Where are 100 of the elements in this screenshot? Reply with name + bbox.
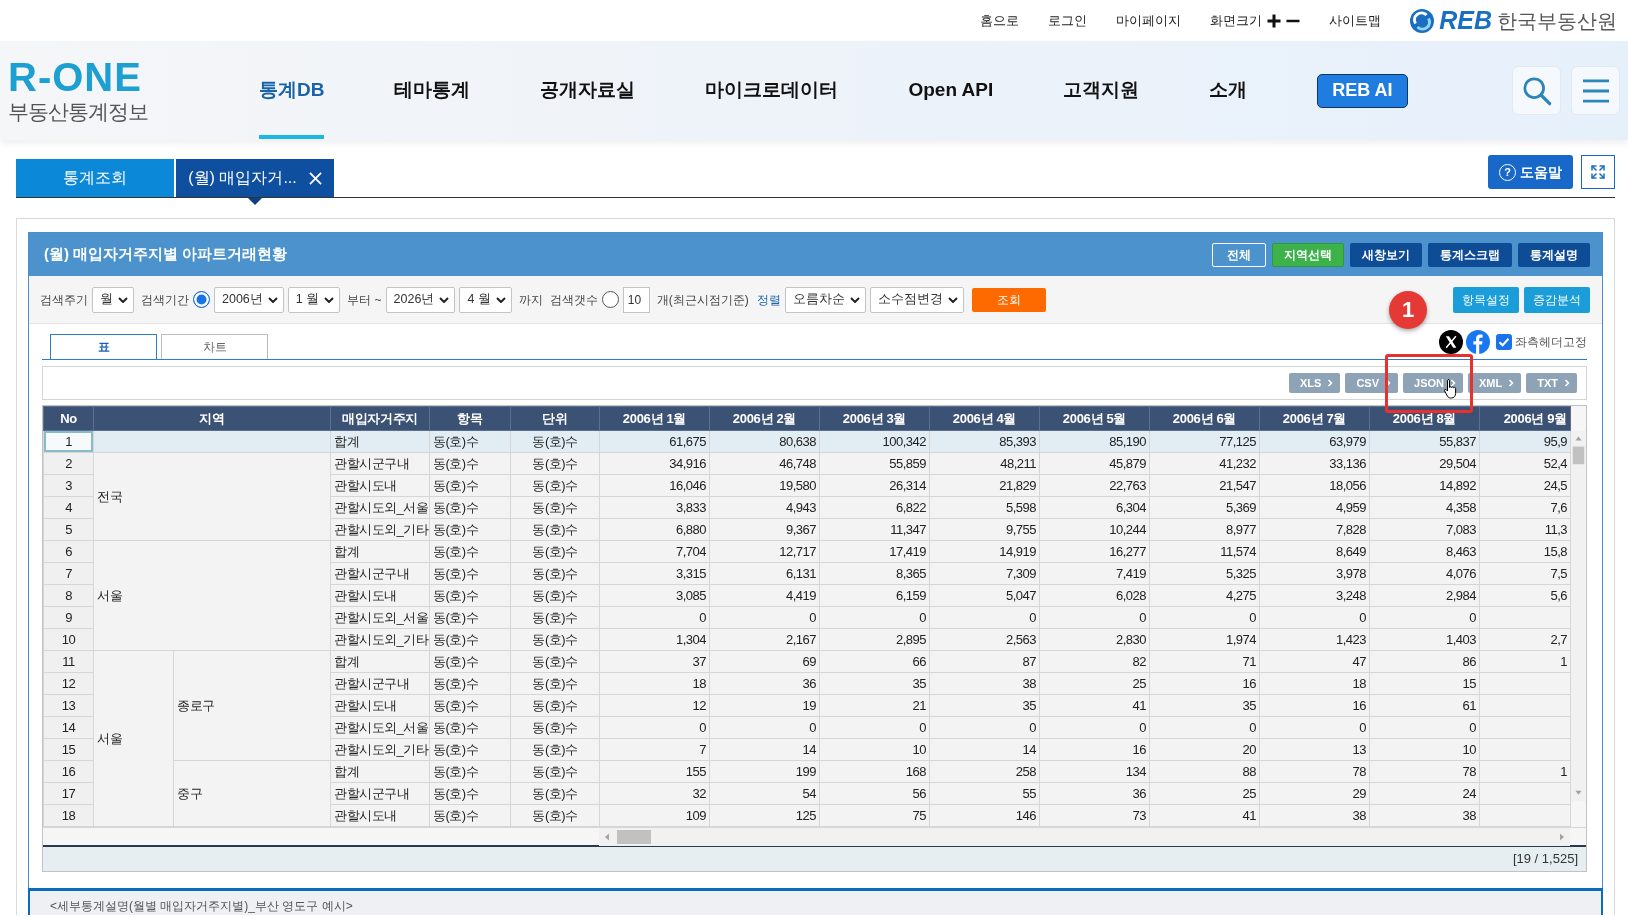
select-field[interactable]: 2006년 [214,286,284,313]
column-header[interactable]: 2006년 4월 [929,406,1040,431]
row-number[interactable]: 9 [43,606,94,629]
org-logo-text: REB [1439,8,1492,33]
description-text: <세부통계설명(월별 매입자거주지별)_부산 영도구 예시> [50,899,354,913]
view-tab[interactable]: 표 [50,334,157,359]
search-icon [1521,75,1552,106]
row-number[interactable]: 16 [43,760,94,783]
nav-link[interactable]: 고객지원 [1063,76,1140,105]
nav-link[interactable]: 통계DB [259,76,325,105]
row-number[interactable]: 10 [43,628,94,651]
select-field[interactable]: 오름차순 [784,286,866,313]
caret-icon [495,296,506,303]
top-link[interactable]: 로그인 [1048,10,1088,31]
tab-pointer-icon [248,198,262,205]
header-button[interactable]: 통계스크랩 [1428,242,1512,267]
caret-icon [947,296,958,303]
chevron-icon [1450,379,1456,387]
row-number[interactable]: 5 [43,518,94,541]
close-icon[interactable] [308,171,322,185]
header-button[interactable]: 통계설명 [1518,242,1590,267]
chevron-icon [1385,379,1391,387]
select-field[interactable]: 소수점변경 [869,286,964,313]
column-header[interactable]: 항목 [429,406,511,431]
top-link[interactable]: 사이트맵 [1329,10,1382,31]
help-button[interactable]: ? 도움말 [1488,155,1573,189]
select-field[interactable]: 1 월 [287,286,341,313]
nav-link[interactable]: 소개 [1209,76,1248,105]
horizontal-scrollbar[interactable] [599,828,1570,846]
ai-button[interactable]: REB AI [1317,73,1408,108]
column-header[interactable]: 2006년 5월 [1039,406,1150,431]
facebook-icon[interactable] [1466,330,1490,354]
top-link[interactable]: 마이페이지 [1116,10,1182,31]
row-number[interactable]: 1 [43,430,94,453]
nav-link[interactable]: 테마통계 [394,76,471,105]
column-header[interactable]: 단위 [510,406,600,431]
row-number[interactable]: 6 [43,540,94,563]
nav-link[interactable]: 공개자료실 [540,76,636,105]
row-number[interactable]: 15 [43,738,94,761]
column-header[interactable]: 2006년 7월 [1259,406,1370,431]
region-cell: 중구 [173,760,331,827]
nav-link[interactable]: 마이크로데이터 [705,76,839,105]
row-number[interactable]: 12 [43,672,94,695]
row-number[interactable]: 7 [43,562,94,585]
region-cell: 전국 [93,452,331,541]
row-number[interactable]: 2 [43,452,94,475]
region-cell: 서울 [93,540,331,651]
column-header[interactable]: 지역 [93,406,331,431]
caret-icon [118,296,128,303]
row-number[interactable]: 4 [43,496,94,519]
column-header[interactable]: 2006년 6월 [1149,406,1260,431]
panel-title: (월) 매입자거주지별 아파트거래현황 [44,244,288,265]
sort-link[interactable]: 정렬 [756,290,781,309]
select-field[interactable]: 2026년 [385,286,456,313]
field-label: 개(최근시점기준) [656,291,749,309]
row-count: [19 / 1,525] [1512,850,1578,869]
checkbox[interactable] [1496,334,1512,350]
select-field[interactable]: 월 [92,286,134,313]
column-header[interactable]: 2006년 9월 [1479,406,1571,431]
caret-icon [439,296,450,303]
search-button[interactable] [1512,66,1561,115]
column-header[interactable]: 매입자거주지 [330,406,430,431]
row-number[interactable]: 11 [43,650,94,673]
checkbox-label: 좌측헤더고정 [1515,334,1587,351]
org-name: 한국부동산원 [1497,10,1617,31]
x-logo-icon[interactable] [1439,330,1463,354]
menu-button[interactable] [1571,66,1620,115]
select-field[interactable]: 4 월 [459,286,512,313]
radio-button[interactable] [601,291,619,308]
row-number[interactable]: 3 [43,474,94,497]
fullscreen-button[interactable] [1581,155,1615,189]
row-number[interactable]: 17 [43,782,94,805]
field-label: 까지 [518,291,543,309]
row-number[interactable]: 14 [43,716,94,739]
caret-icon [324,296,335,303]
chevron-icon [1564,379,1570,387]
row-number[interactable]: 13 [43,694,94,717]
document-tab[interactable]: (월) 매입자거... [176,159,334,197]
column-header[interactable]: 2006년 1월 [599,406,710,431]
plus-icon [1267,13,1282,28]
column-header[interactable]: 2006년 2월 [709,406,820,431]
menu-icon [1580,77,1611,104]
column-header[interactable]: 2006년 3월 [819,406,930,431]
screen-size-label: 화면크기 [1210,11,1263,30]
row-number[interactable]: 8 [43,584,94,607]
column-header[interactable]: No [43,406,94,431]
chevron-icon [1327,379,1334,387]
row-number[interactable]: 18 [43,804,94,827]
view-tab[interactable]: 차트 [161,334,268,359]
region-cell: 서울 [93,650,174,827]
expand-icon [1590,164,1606,180]
document-tab[interactable]: 통계조회 [16,159,174,197]
zoom-in-button[interactable] [1267,13,1282,28]
field-label: 검색갯수 [549,291,598,309]
input-field[interactable]: 10 [622,286,650,313]
chevron-icon [1508,379,1515,387]
header-button[interactable]: 새창보기 [1350,242,1422,267]
top-link[interactable]: 홈으로 [980,10,1020,31]
nav-link[interactable]: Open API [908,76,994,105]
radio-button[interactable] [193,291,210,308]
